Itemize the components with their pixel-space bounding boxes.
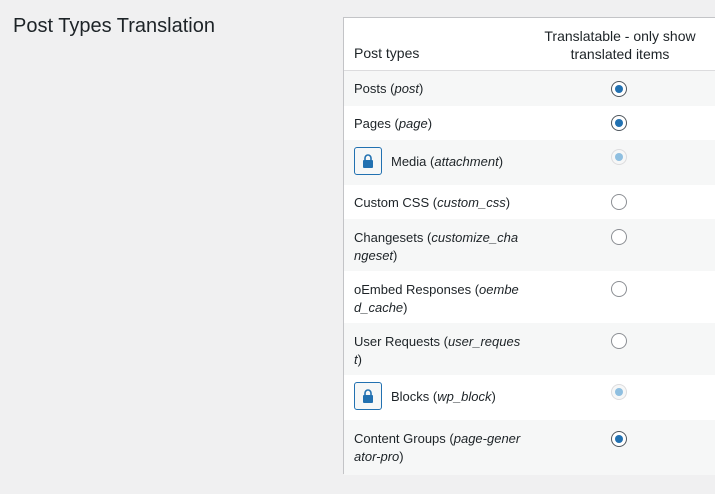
- translatable-radio[interactable]: [611, 115, 627, 131]
- post-types-table: Post types Translatable - only show tran…: [343, 17, 715, 475]
- translatable-radio[interactable]: [611, 194, 627, 210]
- post-type-label: oEmbed Responses (oembed_cache): [354, 282, 519, 315]
- post-type-name: Content Groups: [354, 431, 446, 446]
- table-row: Content Groups (page-generator-pro): [344, 420, 715, 475]
- table-row: oEmbed Responses (oembed_cache): [344, 271, 715, 323]
- table-row: User Requests (user_request): [344, 323, 715, 375]
- table-row: Media (attachment): [344, 140, 715, 185]
- post-type-label: User Requests (user_request): [354, 334, 521, 367]
- post-type-name: oEmbed Responses: [354, 282, 472, 297]
- translatable-radio[interactable]: [611, 333, 627, 349]
- post-type-name: Custom CSS: [354, 195, 430, 210]
- translatable-radio[interactable]: [611, 81, 627, 97]
- translatable-radio[interactable]: [611, 281, 627, 297]
- table-row: Pages (page): [344, 106, 715, 140]
- post-type-slug: wp_block: [437, 389, 492, 404]
- column-header-post-types: Post types: [354, 45, 420, 61]
- post-type-label: Custom CSS (custom_css): [354, 195, 511, 210]
- lock-button[interactable]: [354, 147, 382, 175]
- table-row: Custom CSS (custom_css): [344, 185, 715, 219]
- column-header-translatable: Translatable - only show translated item…: [544, 28, 696, 62]
- post-type-name: Posts: [354, 81, 387, 96]
- post-type-slug: page: [398, 116, 428, 131]
- post-type-name: Media: [391, 154, 427, 169]
- post-type-label: Posts (post): [354, 81, 424, 96]
- lock-button[interactable]: [354, 382, 382, 410]
- table-row: Changesets (customize_changeset): [344, 219, 715, 271]
- lock-icon: [363, 154, 373, 168]
- post-type-label: Changesets (customize_changeset): [354, 230, 519, 263]
- post-type-label: Media (attachment): [391, 154, 504, 169]
- table-header: Post types Translatable - only show tran…: [344, 18, 715, 71]
- post-type-slug: post: [394, 81, 420, 96]
- lock-icon: [363, 389, 373, 403]
- post-type-slug: attachment: [434, 154, 499, 169]
- post-type-label: Blocks (wp_block): [391, 389, 496, 404]
- table-row: Posts (post): [344, 71, 715, 106]
- translatable-radio[interactable]: [611, 229, 627, 245]
- translatable-radio: [611, 149, 627, 165]
- post-type-label: Pages (page): [354, 116, 433, 131]
- table-row: Blocks (wp_block): [344, 375, 715, 420]
- translatable-radio: [611, 384, 627, 400]
- post-type-label: Content Groups (page-generator-pro): [354, 431, 521, 464]
- post-type-name: Changesets: [354, 230, 424, 245]
- page-title: Post Types Translation: [13, 15, 215, 37]
- post-type-name: User Requests: [354, 334, 440, 349]
- post-type-slug: custom_css: [437, 195, 506, 210]
- post-type-name: Blocks: [391, 389, 430, 404]
- post-type-name: Pages: [354, 116, 391, 131]
- translatable-radio[interactable]: [611, 431, 627, 447]
